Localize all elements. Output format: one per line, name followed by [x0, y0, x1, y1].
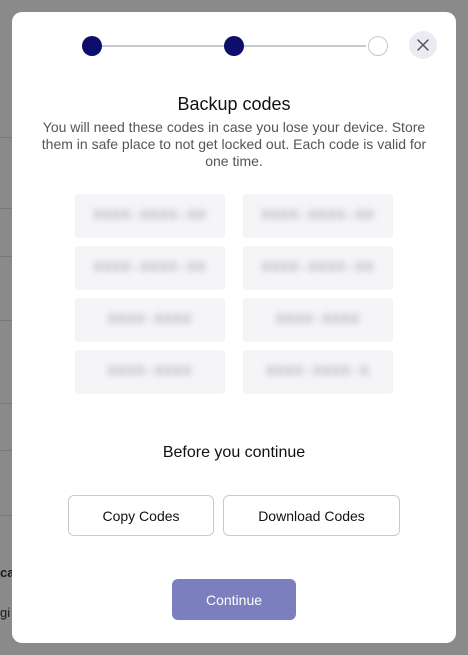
dialog-title: Backup codes [177, 94, 291, 114]
continue-button[interactable]: Continue [172, 579, 296, 620]
background-dividers [0, 0, 12, 655]
backup-code-value: XXXX-XXXX [107, 312, 193, 328]
step-1-complete [82, 36, 102, 56]
close-button[interactable] [409, 31, 437, 59]
close-icon [417, 39, 429, 51]
backup-code-value: XXXX-XXXX-XX [261, 260, 375, 276]
before-continue-heading: Before you continue [162, 444, 306, 461]
background-text: gi [0, 605, 11, 620]
dialog-description: You will need these codes in case you lo… [41, 119, 427, 169]
progress-stepper [80, 34, 388, 58]
step-2-complete [224, 36, 244, 56]
stepper-connector [244, 45, 366, 47]
backup-code-value: XXXX-XXXX-X [266, 364, 370, 380]
backup-code: XXXX-XXXX-XX [243, 246, 393, 290]
backup-code: XXXX-XXXX-XX [75, 194, 225, 238]
background-text: ca [0, 565, 12, 580]
backup-codes-dialog: Backup codes You will need these codes i… [12, 12, 456, 643]
backup-code: XXXX-XXXX-XX [75, 246, 225, 290]
backup-code-value: XXXX-XXXX [275, 312, 361, 328]
backup-code-value: XXXX-XXXX-XX [261, 208, 375, 224]
backup-code: XXXX-XXXX [75, 298, 225, 342]
copy-codes-button[interactable]: Copy Codes [68, 495, 214, 536]
backup-codes-grid: XXXX-XXXX-XX XXXX-XXXX-XX XXXX-XXXX-XX X… [75, 194, 393, 394]
backup-code-value: XXXX-XXXX [107, 364, 193, 380]
backup-code: XXXX-XXXX-XX [243, 194, 393, 238]
download-codes-button[interactable]: Download Codes [223, 495, 400, 536]
backup-code-value: XXXX-XXXX-XX [93, 208, 207, 224]
backup-code-value: XXXX-XXXX-XX [93, 260, 207, 276]
backup-code: XXXX-XXXX [243, 298, 393, 342]
backup-code: XXXX-XXXX [75, 350, 225, 394]
backup-code: XXXX-XXXX-X [243, 350, 393, 394]
stepper-connector [102, 45, 224, 47]
step-3-pending [368, 36, 388, 56]
